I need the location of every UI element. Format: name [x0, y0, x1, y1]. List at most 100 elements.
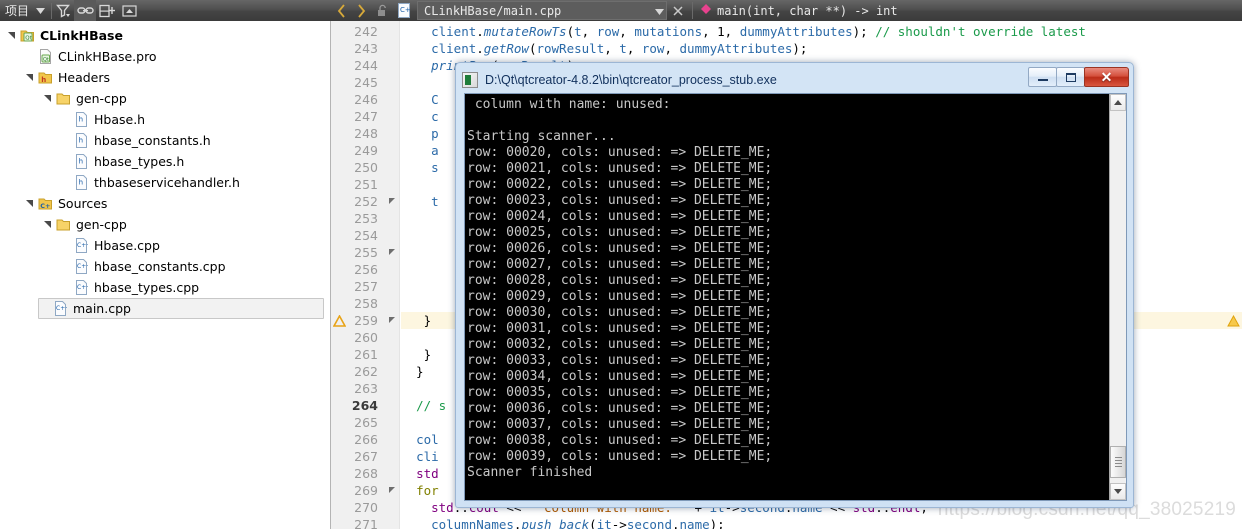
- code-line[interactable]: }: [401, 312, 432, 329]
- tree-item-clinkhbase-pro[interactable]: Qt CLinkHBase.pro: [24, 46, 330, 67]
- tree-expand-arrow-icon[interactable]: [42, 220, 54, 229]
- line-number-gutter[interactable]: 242 243 244 245 246 247 248 249 250 251 252 253 254 2…: [331, 21, 400, 529]
- maximize-icon[interactable]: [1056, 67, 1085, 87]
- filter-icon[interactable]: [52, 0, 74, 21]
- scroll-down-arrow-icon[interactable]: [1110, 483, 1126, 500]
- console-output-line: Scanner finished: [467, 465, 593, 480]
- svg-text:h: h: [78, 179, 82, 187]
- project-pane: 项目 Qt CLinkHBase Qt CLinkHBase.pro h Hea…: [0, 0, 331, 529]
- svg-text:C++: C++: [77, 242, 88, 249]
- project-combo-chevron[interactable]: [29, 0, 51, 21]
- console-output[interactable]: column with name: unused: Starting scann…: [465, 94, 1109, 500]
- tree-item-hbase-constants-h[interactable]: h hbase_constants.h: [60, 130, 330, 151]
- minimize-icon[interactable]: [1028, 67, 1057, 87]
- line-number: 267: [354, 449, 378, 464]
- cpp-file-icon: C++: [72, 280, 90, 295]
- tree-item-hbase-types-h[interactable]: h hbase_types.h: [60, 151, 330, 172]
- folder-icon: [54, 217, 72, 232]
- svg-text:C+: C+: [40, 202, 50, 210]
- code-line[interactable]: c: [401, 108, 439, 125]
- code-line[interactable]: }: [401, 346, 432, 363]
- open-file-label: CLinkHBase/main.cpp: [424, 3, 562, 18]
- tree-item-gen-cpp[interactable]: gen-cpp: [42, 88, 330, 109]
- open-file-combo[interactable]: CLinkHBase/main.cpp: [417, 1, 667, 20]
- h-file-icon: h: [72, 133, 90, 148]
- code-line[interactable]: for: [401, 482, 439, 499]
- tree-item-label: Hbase.cpp: [94, 238, 160, 253]
- tree-item-label: hbase_constants.cpp: [94, 259, 226, 274]
- svg-text:C++: C++: [77, 284, 88, 291]
- navigate-forward-icon[interactable]: [351, 0, 371, 21]
- console-window[interactable]: D:\Qt\qtcreator-4.8.2\bin\qtcreator_proc…: [455, 62, 1134, 508]
- console-output-line: row: 00036, cols: unused: => DELETE_ME;: [467, 401, 773, 416]
- code-line[interactable]: }: [401, 363, 424, 380]
- code-line[interactable]: col: [401, 431, 439, 448]
- tree-item-label: gen-cpp: [76, 217, 127, 232]
- code-fold-marker-icon[interactable]: [389, 487, 395, 493]
- tree-item-thbaseservicehandler-h[interactable]: h thbaseservicehandler.h: [60, 172, 330, 193]
- link-icon[interactable]: [74, 0, 97, 21]
- line-number: 246: [354, 92, 378, 107]
- unlocked-icon[interactable]: [371, 0, 393, 21]
- code-line[interactable]: s: [401, 159, 439, 176]
- code-line[interactable]: a: [401, 142, 439, 159]
- tree-item-gen-cpp[interactable]: gen-cpp: [42, 214, 330, 235]
- toolbar-separator: [692, 2, 693, 19]
- console-output-line: row: 00027, cols: unused: => DELETE_ME;: [467, 257, 773, 272]
- code-line[interactable]: p: [401, 125, 439, 142]
- console-output-line: row: 00035, cols: unused: => DELETE_ME;: [467, 385, 773, 400]
- project-file-tree[interactable]: Qt CLinkHBase Qt CLinkHBase.pro h Headers gen-…: [0, 21, 330, 529]
- h-file-icon: h: [72, 154, 90, 169]
- console-output-line: row: 00039, cols: unused: => DELETE_ME;: [467, 449, 773, 464]
- line-number: 271: [354, 517, 378, 529]
- split-add-icon[interactable]: [96, 0, 118, 21]
- code-line[interactable]: client.getRow(rowResult, t, row, dummyAt…: [401, 40, 807, 57]
- code-line[interactable]: t: [401, 193, 439, 210]
- tree-expand-arrow-icon[interactable]: [24, 73, 36, 82]
- svg-text:h: h: [78, 137, 82, 145]
- line-number: 244: [354, 58, 378, 73]
- warning-triangle-icon[interactable]: [332, 314, 347, 327]
- close-file-icon[interactable]: [667, 0, 689, 21]
- code-fold-marker-icon[interactable]: [389, 249, 395, 255]
- console-output-line: row: 00020, cols: unused: => DELETE_ME;: [467, 145, 773, 160]
- tree-item-label: CLinkHBase.pro: [58, 49, 157, 64]
- code-line[interactable]: C: [401, 91, 439, 108]
- console-body: column with name: unused: Starting scann…: [464, 93, 1127, 501]
- tree-item-hbase-constants-cpp[interactable]: C++ hbase_constants.cpp: [60, 256, 330, 277]
- code-line[interactable]: client.mutateRowTs(t, row, mutations, 1,…: [401, 23, 1086, 40]
- h-file-icon: h: [72, 175, 90, 190]
- code-fold-marker-icon[interactable]: [389, 317, 395, 323]
- scrollbar-thumb[interactable]: [1110, 446, 1126, 478]
- console-titlebar[interactable]: D:\Qt\qtcreator-4.8.2\bin\qtcreator_proc…: [460, 67, 1129, 93]
- tree-expand-arrow-icon[interactable]: [24, 199, 36, 208]
- code-line[interactable]: // s: [401, 397, 446, 414]
- minimize-icon[interactable]: [118, 0, 140, 21]
- chevron-down-icon[interactable]: [655, 2, 664, 20]
- code-line[interactable]: columnNames.push_back(it->second.name);: [401, 516, 725, 529]
- scroll-up-arrow-icon[interactable]: [1110, 94, 1126, 111]
- tree-expand-arrow-icon[interactable]: [42, 94, 54, 103]
- folder-icon: [54, 91, 72, 106]
- navigate-back-icon[interactable]: [331, 0, 351, 21]
- console-output-line: row: 00022, cols: unused: => DELETE_ME;: [467, 177, 773, 192]
- code-fold-marker-icon[interactable]: [389, 198, 395, 204]
- console-output-line: row: 00037, cols: unused: => DELETE_ME;: [467, 417, 773, 432]
- tree-item-clinkhbase[interactable]: Qt CLinkHBase: [6, 25, 330, 46]
- tree-item-headers[interactable]: h Headers: [24, 67, 330, 88]
- code-line[interactable]: cli: [401, 448, 439, 465]
- code-line[interactable]: std: [401, 465, 439, 482]
- tree-item-main-cpp[interactable]: C++ main.cpp: [38, 298, 324, 319]
- tree-item-hbase-types-cpp[interactable]: C++ hbase_types.cpp: [60, 277, 330, 298]
- tree-item-label: hbase_types.cpp: [94, 280, 200, 295]
- tree-item-hbase-h[interactable]: h Hbase.h: [60, 109, 330, 130]
- console-scrollbar[interactable]: [1109, 94, 1126, 500]
- close-icon[interactable]: ✕: [1084, 67, 1129, 87]
- editor-toolbar: C++ CLinkHBase/main.cpp main: [331, 0, 1242, 21]
- tree-expand-arrow-icon[interactable]: [6, 31, 18, 40]
- tree-item-label: Sources: [58, 196, 108, 211]
- tree-item-hbase-cpp[interactable]: C++ Hbase.cpp: [60, 235, 330, 256]
- tree-item-sources[interactable]: C+ Sources: [24, 193, 330, 214]
- symbol-combo[interactable]: main(int, char **) -> int: [696, 0, 898, 21]
- console-output-line: row: 00038, cols: unused: => DELETE_ME;: [467, 433, 773, 448]
